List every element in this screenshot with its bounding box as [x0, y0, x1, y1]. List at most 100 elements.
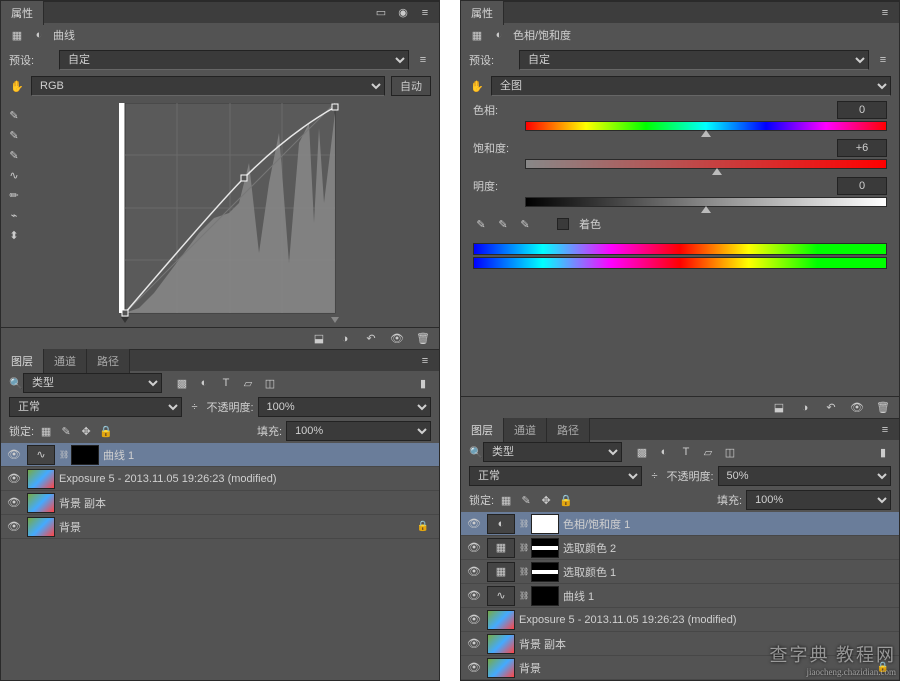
sat-slider[interactable] — [525, 159, 887, 169]
trash-icon[interactable]: 🗑 — [875, 400, 891, 416]
layer-name[interactable]: 曲线 1 — [103, 447, 134, 463]
blend-mode-select[interactable]: 正常 — [9, 397, 182, 417]
layer-row[interactable]: 👁∿⛓曲线 1 — [461, 584, 899, 608]
light-value[interactable]: 0 — [837, 177, 887, 195]
eyedropper-black-icon[interactable]: ✎ — [6, 107, 22, 123]
hue-slider[interactable] — [525, 121, 887, 131]
mask-thumb[interactable] — [531, 538, 559, 558]
layer-row[interactable]: 👁Exposure 5 - 2013.11.05 19:26:23 (modif… — [461, 608, 899, 632]
opacity-select[interactable]: 50% — [718, 466, 891, 486]
paths-tab[interactable]: 路径 — [87, 349, 130, 373]
visibility-icon[interactable]: 👁 — [5, 448, 23, 461]
auto-button[interactable]: 自动 — [391, 76, 431, 96]
filter-smart-icon[interactable]: ◫ — [262, 375, 278, 391]
lock-trans-icon[interactable]: ▦ — [498, 492, 514, 508]
layer-name[interactable]: 背景 副本 — [59, 495, 106, 511]
properties-tab[interactable]: 属性 — [461, 1, 504, 25]
layer-row[interactable]: 👁 Exposure 5 - 2013.11.05 19:26:23 (modif… — [1, 467, 439, 491]
layer-thumb[interactable] — [27, 493, 55, 513]
preset-select[interactable]: 自定 — [59, 50, 409, 70]
hand-icon[interactable]: ✋ — [469, 78, 485, 94]
blend-mode-select[interactable]: 正常 — [469, 466, 642, 486]
channels-tab[interactable]: 通道 — [504, 418, 547, 442]
visibility-icon[interactable]: 👁 — [5, 472, 23, 485]
search-icon[interactable]: 🔍 — [469, 446, 479, 459]
preset-menu-icon[interactable]: ≡ — [875, 52, 891, 68]
preset-menu-icon[interactable]: ≡ — [415, 52, 431, 68]
eyedropper-gray-icon[interactable]: ✎ — [6, 127, 22, 143]
curve-point-icon[interactable]: ∿ — [6, 167, 22, 183]
visibility-icon[interactable]: 👁 — [849, 400, 865, 416]
trash-icon[interactable]: 🗑 — [415, 331, 431, 347]
filter-adjust-icon[interactable]: ◐ — [196, 375, 212, 391]
filter-pixel-icon[interactable]: ▩ — [174, 375, 190, 391]
filter-shape-icon[interactable]: ▱ — [700, 444, 716, 460]
lock-paint-icon[interactable]: ✎ — [518, 492, 534, 508]
visibility-icon[interactable]: 👁 — [389, 331, 405, 347]
visibility-icon[interactable]: 👁 — [465, 589, 483, 602]
range-select[interactable]: 全图 — [491, 76, 891, 96]
channel-select[interactable]: RGB — [31, 76, 385, 96]
visibility-icon[interactable]: 👁 — [465, 565, 483, 578]
lock-pos-icon[interactable]: ✥ — [78, 423, 94, 439]
mask-thumb[interactable] — [71, 445, 99, 465]
layer-name[interactable]: 选取颜色 1 — [563, 564, 616, 580]
visibility-icon[interactable]: 👁 — [465, 661, 483, 674]
adjustment-thumb[interactable]: ∿ — [487, 586, 515, 606]
hue-value[interactable]: 0 — [837, 101, 887, 119]
layer-name[interactable]: 曲线 1 — [563, 588, 594, 604]
visibility-icon[interactable]: 👁 — [5, 520, 23, 533]
panel-menu-icon[interactable]: ≡ — [877, 5, 893, 21]
eyedropper-icon[interactable]: ✎ — [473, 216, 489, 232]
eyedropper-plus-icon[interactable]: ✎ — [495, 216, 511, 232]
layer-row[interactable]: 👁背景🔒 — [1, 515, 439, 539]
reset-icon[interactable]: ↶ — [823, 400, 839, 416]
layer-name[interactable]: 背景 — [519, 660, 541, 676]
filter-kind-select[interactable]: 类型 — [483, 442, 622, 462]
curves-graph[interactable] — [27, 103, 431, 323]
layer-thumb[interactable] — [487, 610, 515, 630]
adjustment-thumb[interactable]: ▦ — [487, 562, 515, 582]
filter-type-icon[interactable]: T — [678, 444, 694, 460]
preset-select[interactable]: 自定 — [519, 50, 869, 70]
layer-name[interactable]: 选取颜色 2 — [563, 540, 616, 556]
layers-menu-icon[interactable]: ≡ — [877, 422, 893, 438]
lock-paint-icon[interactable]: ✎ — [58, 423, 74, 439]
lock-all-icon[interactable]: 🔒 — [558, 492, 574, 508]
adjustment-thumb[interactable]: ◐ — [487, 514, 515, 534]
layer-row[interactable]: 👁∿⛓曲线 1 — [1, 443, 439, 467]
blend-menu-icon[interactable]: ÷ — [186, 399, 202, 415]
smooth-icon[interactable]: ⌁ — [6, 207, 22, 223]
mask-thumb[interactable] — [531, 562, 559, 582]
light-slider[interactable] — [525, 197, 887, 207]
adjustment-thumb[interactable]: ∿ — [27, 445, 55, 465]
reset-icon[interactable]: ↶ — [363, 331, 379, 347]
fill-select[interactable]: 100% — [286, 421, 431, 441]
visibility-icon[interactable]: 👁 — [465, 517, 483, 530]
layer-name[interactable]: Exposure 5 - 2013.11.05 19:26:23 (modifi… — [519, 614, 737, 626]
paths-tab[interactable]: 路径 — [547, 418, 590, 442]
mask-thumb[interactable] — [531, 586, 559, 606]
visibility-icon[interactable]: 👁 — [465, 637, 483, 650]
camera-icon[interactable]: ◉ — [395, 5, 411, 21]
layer-name[interactable]: 背景 — [59, 519, 81, 535]
fill-select[interactable]: 100% — [746, 490, 891, 510]
previous-icon[interactable]: ◑ — [337, 331, 353, 347]
eyedropper-white-icon[interactable]: ✎ — [6, 147, 22, 163]
colorize-checkbox[interactable] — [557, 218, 569, 230]
filter-shape-icon[interactable]: ▱ — [240, 375, 256, 391]
filter-toggle-icon[interactable]: ▮ — [875, 444, 891, 460]
layer-thumb[interactable] — [27, 469, 55, 489]
search-icon[interactable]: 🔍 — [9, 377, 19, 390]
clip-icon[interactable]: ⬓ — [311, 331, 327, 347]
filter-pixel-icon[interactable]: ▩ — [634, 444, 650, 460]
layers-tab[interactable]: 图层 — [1, 349, 44, 373]
doc-icon[interactable]: ▭ — [373, 5, 389, 21]
eyedropper-minus-icon[interactable]: ✎ — [517, 216, 533, 232]
layer-row[interactable]: 👁▦⛓选取颜色 2 — [461, 536, 899, 560]
layer-name[interactable]: 背景 副本 — [519, 636, 566, 652]
lock-pos-icon[interactable]: ✥ — [538, 492, 554, 508]
previous-icon[interactable]: ◑ — [797, 400, 813, 416]
layer-name[interactable]: Exposure 5 - 2013.11.05 19:26:23 (modifi… — [59, 473, 277, 485]
layers-menu-icon[interactable]: ≡ — [417, 353, 433, 369]
